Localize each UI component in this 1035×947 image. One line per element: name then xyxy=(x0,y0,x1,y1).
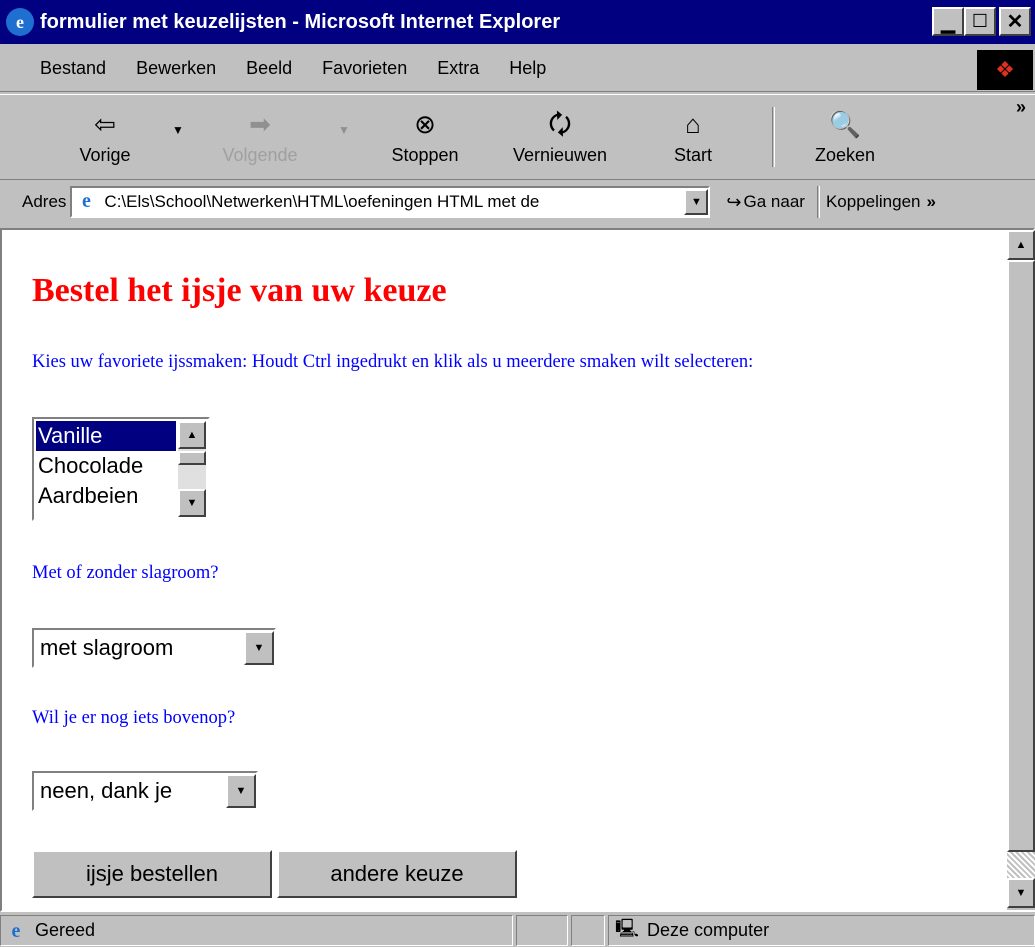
menu-bar: Bestand Bewerken Beeld Favorieten Extra … xyxy=(0,46,1035,92)
title-bar: e formulier met keuzelijsten - Microsoft… xyxy=(0,0,1035,44)
minimize-button[interactable]: ▁ xyxy=(932,7,964,36)
ie-page-icon: e xyxy=(81,190,91,212)
search-icon: 🔍 xyxy=(828,109,862,139)
page-heading: Bestel het ijsje van uw keuze xyxy=(32,272,447,309)
topping-select[interactable]: neen, dank je ▼ xyxy=(32,771,258,811)
flavor-listbox[interactable]: Vanille Chocolade Aardbeien ▲ ▼ xyxy=(32,417,210,521)
maximize-button[interactable]: ☐ xyxy=(964,7,996,36)
menu-bewerken[interactable]: Bewerken xyxy=(136,58,216,79)
topping-select-value: neen, dank je xyxy=(40,778,173,803)
page-scroll-up-icon[interactable]: ▲ xyxy=(1007,230,1035,260)
menu-extra[interactable]: Extra xyxy=(437,58,479,79)
home-icon: ⌂ xyxy=(685,109,701,139)
content-area: Bestel het ijsje van uw keuze Kies uw fa… xyxy=(0,228,1035,912)
flavor-question: Kies uw favoriete ijssmaken: Houdt Ctrl … xyxy=(32,352,754,372)
toolbar-more-icon[interactable]: » xyxy=(1016,97,1026,118)
menu-beeld[interactable]: Beeld xyxy=(246,58,292,79)
cream-question: Met of zonder slagroom? xyxy=(32,563,219,583)
back-arrow-icon: ⇦ xyxy=(94,109,116,139)
window-title: formulier met keuzelijsten - Microsoft I… xyxy=(40,10,561,33)
flavor-option-aardbeien[interactable]: Aardbeien xyxy=(36,481,176,511)
address-field[interactable]: e C:\Els\School\Netwerken\HTML\oefeninge… xyxy=(70,186,711,218)
stop-button[interactable]: ⊗ Stoppen xyxy=(370,103,480,166)
topping-question: Wil je er nog iets bovenop? xyxy=(32,708,236,728)
forward-dropdown-icon[interactable]: ▼ xyxy=(338,123,350,137)
menu-bestand[interactable]: Bestand xyxy=(40,58,106,79)
forward-arrow-icon: ➡ xyxy=(249,109,271,139)
refresh-button[interactable]: 🗘 Vernieuwen xyxy=(490,103,630,166)
address-dropdown-button[interactable]: ▼ xyxy=(684,189,709,215)
page-scroll-down-icon[interactable]: ▼ xyxy=(1007,878,1035,908)
status-pane-1 xyxy=(516,915,568,946)
stop-icon: ⊗ xyxy=(414,109,436,139)
toolbar-separator xyxy=(772,107,775,167)
cream-select-value: met slagroom xyxy=(40,635,174,660)
forward-button[interactable]: ➡ Volgende xyxy=(205,103,315,166)
links-separator xyxy=(816,186,820,218)
address-label: Adres xyxy=(22,192,67,211)
links-more-icon[interactable]: » xyxy=(926,192,935,212)
page-body: Bestel het ijsje van uw keuze Kies uw fa… xyxy=(2,230,1007,910)
page-scrollbar[interactable]: ▲ ▼ xyxy=(1007,230,1035,910)
status-bar: e Gereed 🖳 Deze computer xyxy=(0,914,1035,947)
menu-help[interactable]: Help xyxy=(509,58,546,79)
computer-icon: 🖳 xyxy=(615,917,640,938)
menu-favorieten[interactable]: Favorieten xyxy=(322,58,407,79)
reset-button[interactable]: andere keuze xyxy=(277,850,517,898)
search-button[interactable]: 🔍 Zoeken xyxy=(790,103,900,166)
go-arrow-icon: ↪ xyxy=(726,191,742,212)
status-zone: 🖳 Deze computer xyxy=(608,915,1035,946)
back-button[interactable]: ⇦ Vorige xyxy=(50,103,160,166)
ie-icon[interactable]: e xyxy=(6,8,34,36)
links-button[interactable]: Koppelingen xyxy=(826,192,921,212)
scroll-thumb[interactable] xyxy=(178,451,206,465)
close-button[interactable]: ✕ xyxy=(999,7,1031,36)
address-bar: Adres e C:\Els\School\Netwerken\HTML\oef… xyxy=(0,182,1035,222)
flavor-scrollbar[interactable]: ▲ ▼ xyxy=(178,421,206,517)
status-ie-icon: e xyxy=(11,919,21,942)
flavor-option-vanille[interactable]: Vanille xyxy=(36,421,176,451)
home-button[interactable]: ⌂ Start xyxy=(648,103,738,166)
status-zone-text: Deze computer xyxy=(647,920,770,940)
cream-dropdown-icon[interactable]: ▼ xyxy=(244,631,274,665)
refresh-icon: 🗘 xyxy=(548,109,572,139)
status-main: e Gereed xyxy=(0,915,513,946)
back-dropdown-icon[interactable]: ▼ xyxy=(172,123,184,137)
order-button[interactable]: ijsje bestellen xyxy=(32,850,272,898)
address-url: C:\Els\School\Netwerken\HTML\oefeningen … xyxy=(104,192,540,211)
cream-select[interactable]: met slagroom ▼ xyxy=(32,628,276,668)
windows-logo-icon: ❖ xyxy=(977,50,1033,90)
scroll-down-icon[interactable]: ▼ xyxy=(178,489,206,517)
go-button[interactable]: ↪ Ga naar xyxy=(726,192,805,213)
status-pane-2 xyxy=(571,915,605,946)
flavor-option-chocolade[interactable]: Chocolade xyxy=(36,451,176,481)
toolbar: ⇦ Vorige ▼ ➡ Volgende ▼ ⊗ Stoppen 🗘 Vernieuw… xyxy=(0,94,1035,180)
page-scroll-track[interactable] xyxy=(1007,852,1035,878)
page-scroll-thumb[interactable] xyxy=(1007,260,1035,852)
topping-dropdown-icon[interactable]: ▼ xyxy=(226,774,256,808)
scroll-up-icon[interactable]: ▲ xyxy=(178,421,206,449)
status-text: Gereed xyxy=(35,920,96,940)
